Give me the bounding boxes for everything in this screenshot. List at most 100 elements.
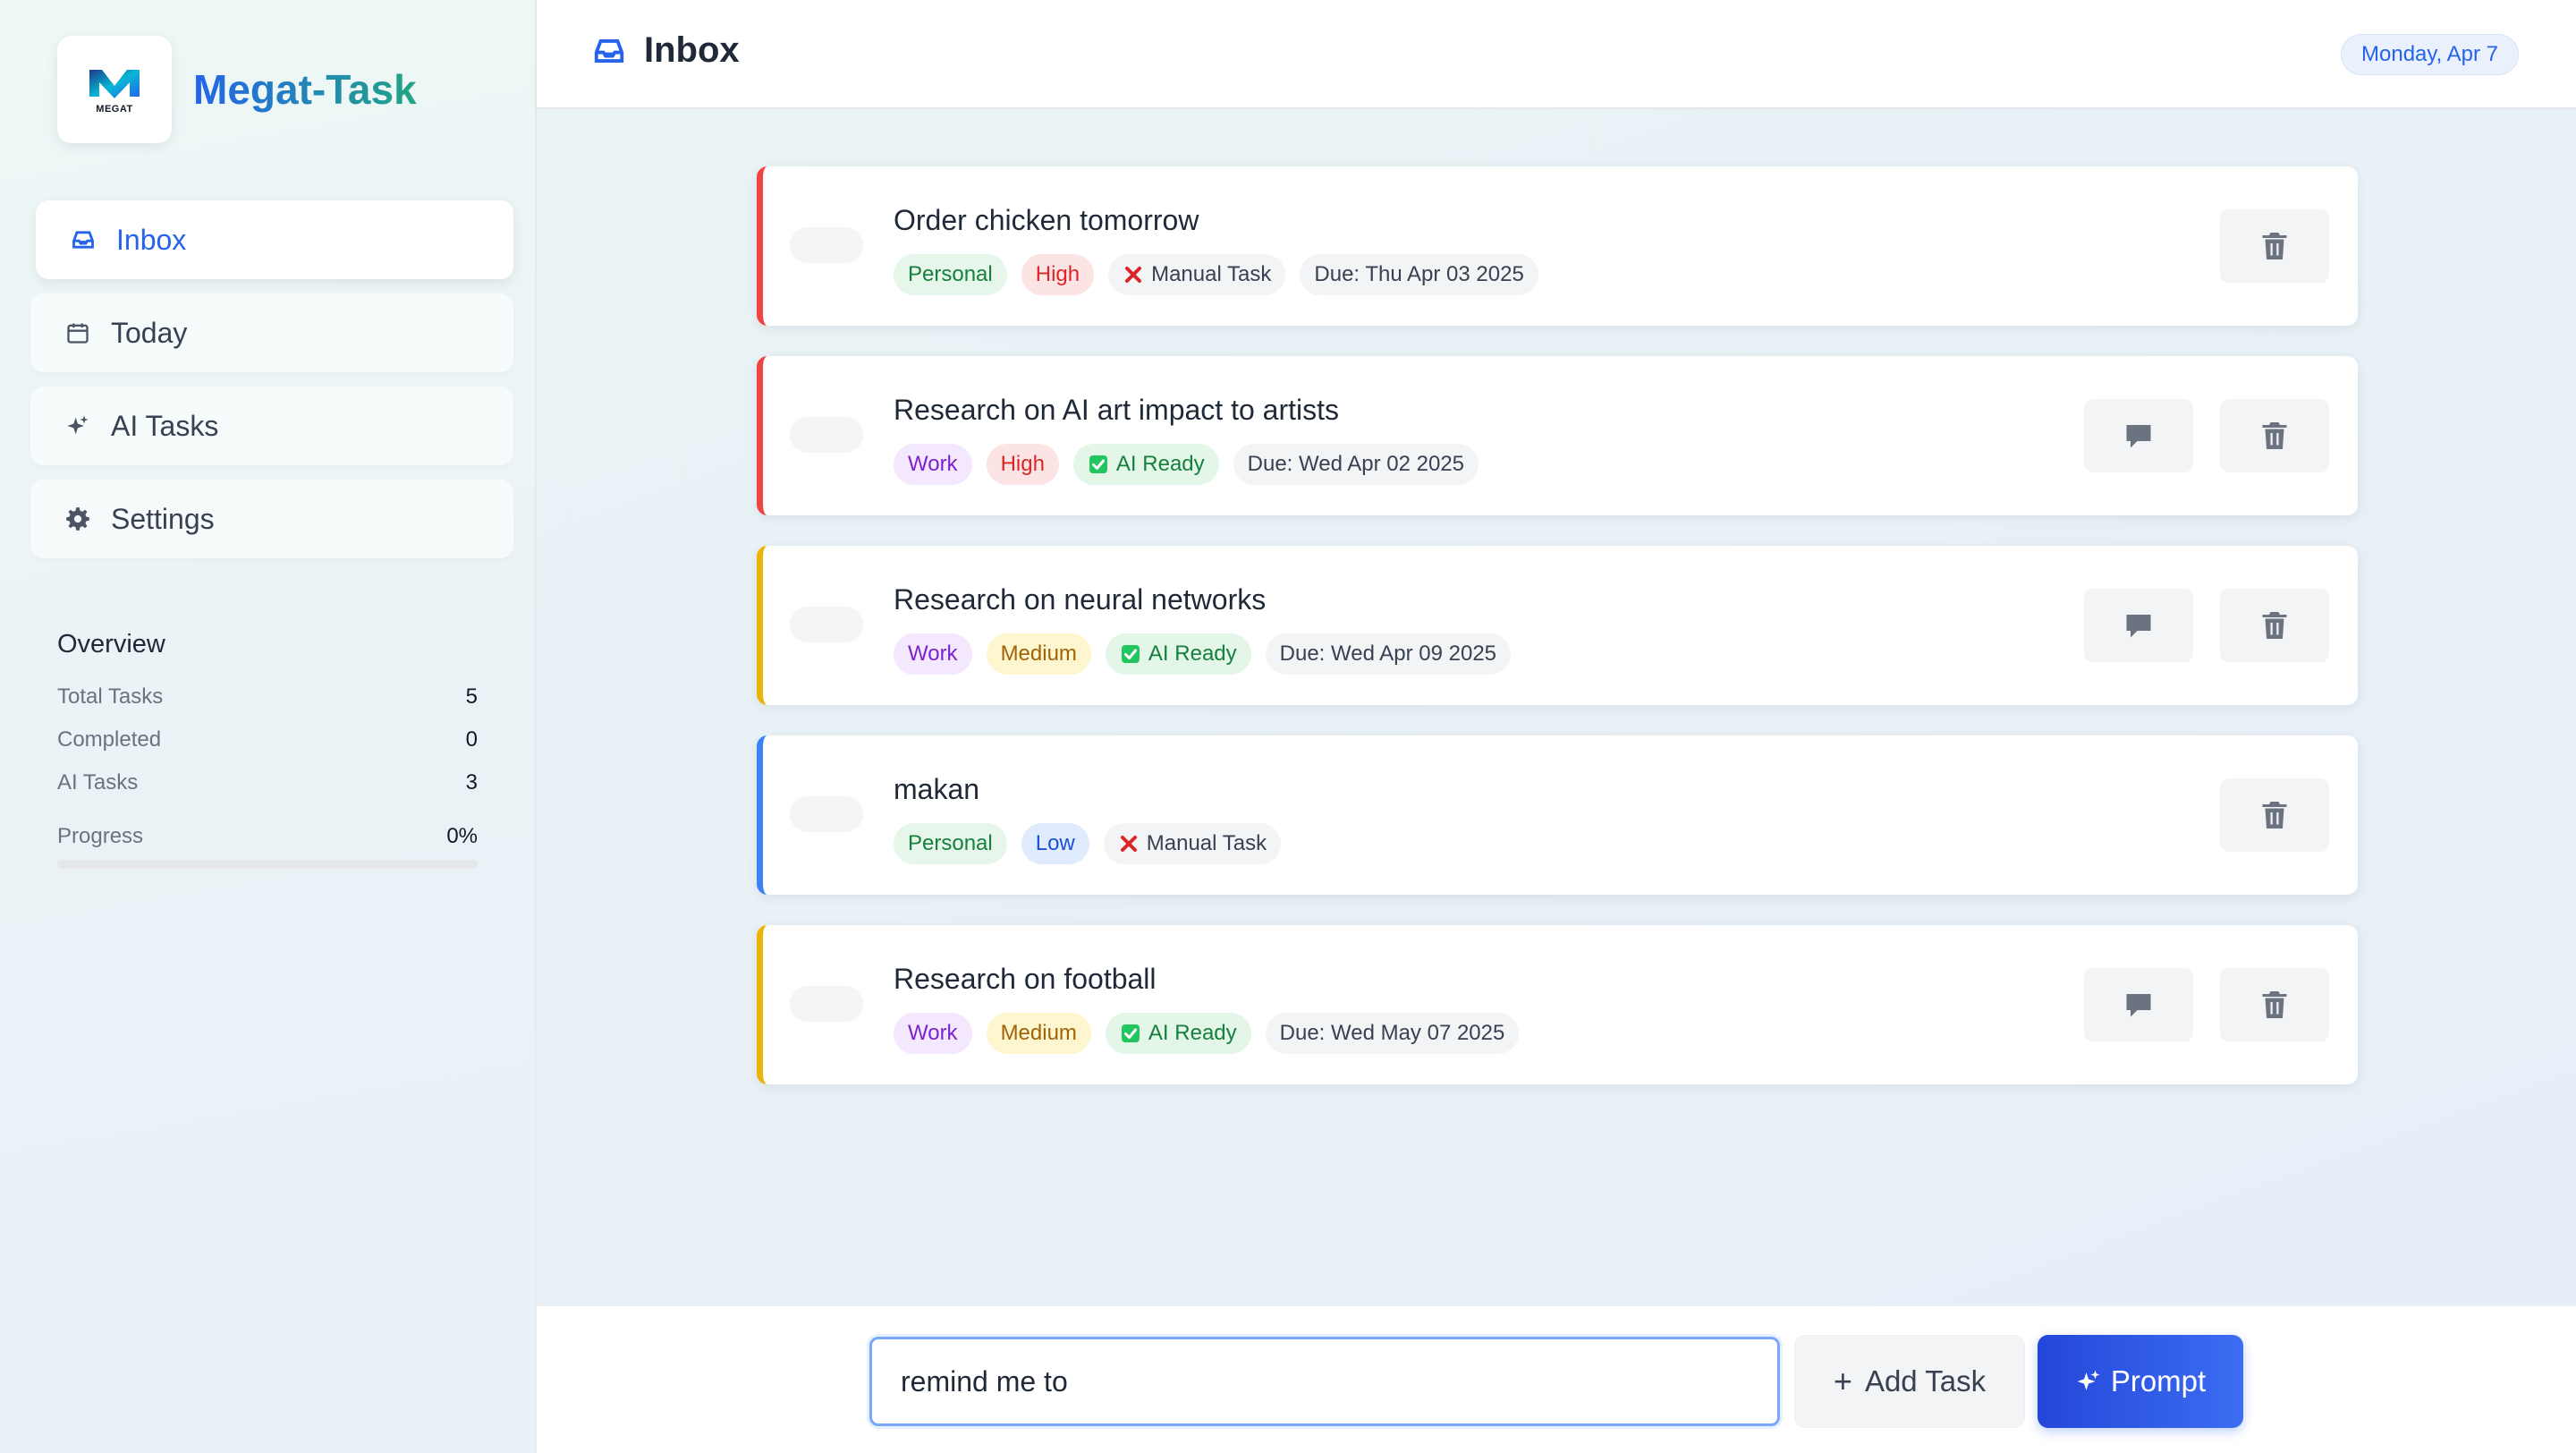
task-tags: Personal High Manual Task Due: Thu Apr 03 2…: [894, 254, 1553, 295]
tag-label: High: [1000, 452, 1045, 476]
ai-tag: AI Ready: [1105, 633, 1251, 675]
stat-value: 3: [465, 770, 478, 794]
ai-tag: AI Ready: [1105, 1013, 1251, 1054]
tag-label: Manual Task: [1146, 831, 1267, 855]
prompt-label: Prompt: [2110, 1364, 2207, 1398]
due-tag: Due: Thu Apr 03 2025: [1300, 254, 1538, 295]
medium-tag: Medium: [986, 633, 1091, 675]
trash-icon: [2258, 989, 2291, 1021]
due-tag: Due: Wed Apr 02 2025: [1233, 444, 1479, 485]
tag-label: Medium: [1000, 1021, 1077, 1045]
check-box-icon: [1120, 643, 1141, 665]
due-tag: Due: Wed Apr 09 2025: [1265, 633, 1512, 675]
chat-icon: [2123, 420, 2155, 452]
task-complete-toggle[interactable]: [790, 796, 863, 832]
delete-button[interactable]: [2220, 209, 2329, 283]
stat-completed: Completed 0: [57, 718, 478, 761]
tag-label: AI Ready: [1148, 642, 1237, 666]
stat-value: 0: [465, 727, 478, 752]
brand: MEGAT Megat-Task: [57, 36, 417, 143]
stat-label: Completed: [57, 727, 162, 752]
task-complete-toggle[interactable]: [790, 607, 863, 642]
task-tags: Work Medium AI Ready Due: Wed Apr 09 2025: [894, 633, 1525, 675]
tag-label: High: [1035, 262, 1080, 286]
high-tag: High: [986, 444, 1059, 485]
sidebar-item-settings[interactable]: Settings: [30, 480, 513, 558]
brand-logo: MEGAT: [57, 36, 172, 143]
sidebar-item-label: Settings: [111, 502, 215, 535]
overview-title: Overview: [57, 630, 165, 659]
task-card[interactable]: Research on neural networks Work Medium AI …: [757, 546, 2358, 705]
task-card[interactable]: Research on football Work Medium AI Ready Du…: [757, 925, 2358, 1084]
sparkles-icon: [2077, 1370, 2100, 1390]
manual-tag: Manual Task: [1103, 823, 1282, 864]
task-title: Research on football: [894, 963, 1157, 995]
brand-name: Megat-Task: [193, 66, 417, 113]
task-tags: Work High AI Ready Due: Wed Apr 02 2025: [894, 444, 1493, 485]
tag-label: Due: Thu Apr 03 2025: [1314, 262, 1524, 286]
delete-button[interactable]: [2220, 968, 2329, 1041]
page-title: Inbox: [592, 30, 740, 71]
delete-button[interactable]: [2220, 778, 2329, 852]
sidebar-nav: Inbox Today AI Tasks Settings: [30, 200, 513, 573]
stat-label: Total Tasks: [57, 684, 164, 709]
progress-section: Progress 0%: [57, 819, 478, 869]
main-content: Order chicken tomorrow Personal High Manual…: [537, 109, 2576, 1304]
plus-icon: +: [1833, 1363, 1852, 1399]
sparkles-icon: [64, 412, 91, 439]
date-badge: Monday, Apr 7: [2341, 34, 2519, 75]
x-mark-icon: [1123, 264, 1144, 285]
tag-label: Due: Wed May 07 2025: [1279, 1021, 1505, 1045]
medium-tag: Medium: [986, 1013, 1091, 1054]
manual-tag: Manual Task: [1108, 254, 1286, 295]
tag-label: Work: [908, 642, 958, 666]
task-title: makan: [894, 773, 980, 805]
prompt-button[interactable]: Prompt: [2038, 1335, 2243, 1428]
stat-value: 5: [465, 684, 478, 709]
prompt-input[interactable]: [869, 1337, 1780, 1426]
inbox-icon: [70, 226, 97, 253]
trash-icon: [2258, 609, 2291, 642]
progress-row: Progress 0%: [57, 819, 478, 854]
progress-label: Progress: [57, 824, 144, 848]
overview-panel: Overview Total Tasks 5 Completed 0 AI Ta…: [57, 630, 478, 869]
brand-logo-text: MEGAT: [96, 104, 133, 115]
check-box-icon: [1120, 1023, 1141, 1044]
task-complete-toggle[interactable]: [790, 227, 863, 263]
tag-label: Work: [908, 452, 958, 476]
task-complete-toggle[interactable]: [790, 417, 863, 453]
stat-label: AI Tasks: [57, 770, 139, 794]
sidebar-item-ai-tasks[interactable]: AI Tasks: [30, 387, 513, 465]
due-tag: Due: Wed May 07 2025: [1265, 1013, 1520, 1054]
tag-label: AI Ready: [1115, 452, 1205, 476]
chat-button[interactable]: [2084, 589, 2193, 662]
personal-tag: Personal: [894, 823, 1007, 864]
progress-value: 0%: [446, 824, 478, 848]
add-task-button[interactable]: + Add Task: [1794, 1335, 2025, 1428]
gear-icon: [64, 506, 91, 532]
high-tag: High: [1021, 254, 1095, 295]
task-card[interactable]: makan Personal Low Manual Task: [757, 735, 2358, 895]
chat-button[interactable]: [2084, 968, 2193, 1041]
work-tag: Work: [894, 1013, 972, 1054]
sidebar-item-label: AI Tasks: [111, 409, 219, 442]
tag-label: Personal: [908, 262, 993, 286]
sidebar-item-today[interactable]: Today: [30, 293, 513, 372]
personal-tag: Personal: [894, 254, 1007, 295]
task-complete-toggle[interactable]: [790, 986, 863, 1022]
sidebar-item-inbox[interactable]: Inbox: [36, 200, 513, 279]
work-tag: Work: [894, 633, 972, 675]
delete-button[interactable]: [2220, 589, 2329, 662]
chat-button[interactable]: [2084, 399, 2193, 472]
trash-icon: [2258, 799, 2291, 831]
task-card[interactable]: Research on AI art impact to artists Work…: [757, 356, 2358, 515]
check-box-icon: [1088, 454, 1109, 475]
calendar-icon: [64, 319, 91, 346]
delete-button[interactable]: [2220, 399, 2329, 472]
task-list: Order chicken tomorrow Personal High Manual…: [757, 166, 2358, 1115]
work-tag: Work: [894, 444, 972, 485]
task-tags: Personal Low Manual Task: [894, 823, 1295, 864]
task-title: Research on AI art impact to artists: [894, 394, 1339, 426]
page-title-text: Inbox: [644, 30, 740, 70]
task-card[interactable]: Order chicken tomorrow Personal High Manual…: [757, 166, 2358, 326]
